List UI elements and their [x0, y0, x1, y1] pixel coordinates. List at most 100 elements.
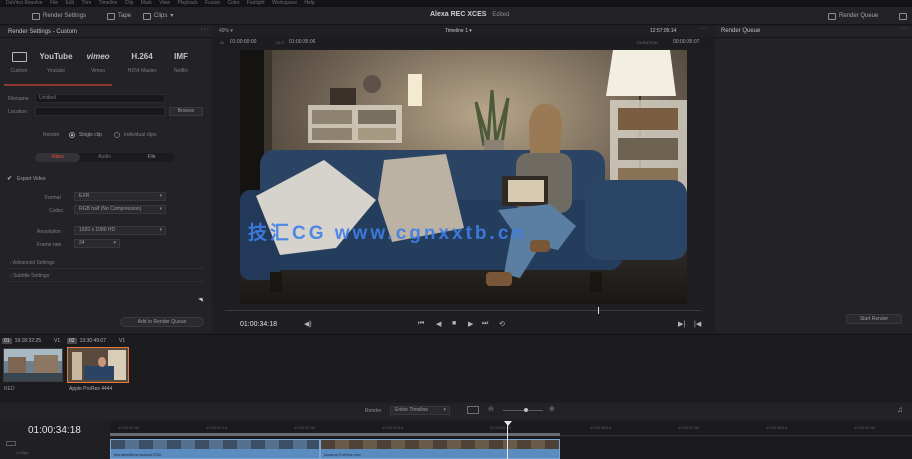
- individual-clips-label: Individual clips: [124, 132, 157, 138]
- render-mode-bar: Render Entire Timeline ⊖ ⊕ ♫: [0, 403, 912, 420]
- menu-item-color[interactable]: Color: [228, 0, 240, 6]
- render-settings-icon: [32, 12, 40, 20]
- location-input[interactable]: [35, 107, 165, 116]
- out-timecode: 01:00:35:06: [289, 39, 316, 45]
- menu-item-file[interactable]: File: [50, 0, 58, 6]
- stop-icon[interactable]: ■: [452, 320, 456, 327]
- render-mode-label: Render: [365, 408, 382, 414]
- render-mode-label: Render: [43, 132, 60, 138]
- menu-item-fusion[interactable]: Fusion: [205, 0, 220, 6]
- zoom-slider-handle[interactable]: [524, 408, 528, 412]
- clip-1-thumbnail-image: [4, 349, 62, 381]
- timeline-timecode: 01:00:34:18: [28, 425, 81, 436]
- menu-bar: DaVinci Resolve File Edit Trim Timeline …: [0, 0, 912, 7]
- menu-item-timeline[interactable]: Timeline: [99, 0, 118, 6]
- preset-h264-logo: H.264: [131, 52, 153, 61]
- render-mode-select[interactable]: Entire Timeline: [390, 406, 450, 415]
- render-queue-options-button[interactable]: ···: [898, 25, 908, 32]
- previous-clip-icon[interactable]: |◀: [694, 320, 701, 328]
- timeline-clip-a[interactable]: blondewithcomicbook.R3D: [110, 439, 320, 459]
- scrubber-playhead[interactable]: [598, 307, 599, 314]
- jump-start-icon[interactable]: ⏮: [418, 320, 424, 328]
- render-settings-panel: Render Settings - Custom ··· Custom YouT…: [0, 26, 212, 333]
- menu-item-trim[interactable]: Trim: [81, 0, 91, 6]
- scrubber-track[interactable]: [225, 310, 701, 311]
- expand-panel-button[interactable]: [899, 11, 907, 21]
- play-reverse-icon[interactable]: ◀: [436, 320, 441, 328]
- preset-youtube-label: Youtube: [46, 68, 66, 74]
- menu-item-help[interactable]: Help: [304, 0, 314, 6]
- export-video-label: Export Video: [17, 176, 46, 182]
- speaker-icon[interactable]: ◀): [304, 320, 312, 328]
- preset-vimeo[interactable]: vimeo Vimeo: [80, 50, 116, 74]
- tab-file[interactable]: File: [129, 153, 174, 162]
- video-frame-image: [240, 50, 687, 304]
- export-video-checkbox[interactable]: ✔: [7, 175, 12, 182]
- timeline-view-icon[interactable]: [467, 406, 479, 414]
- menu-item-workspace[interactable]: Workspace: [272, 0, 297, 6]
- browse-button[interactable]: Browse: [169, 107, 203, 116]
- preset-custom[interactable]: Custom: [4, 50, 34, 74]
- frame-rate-select[interactable]: 24: [74, 239, 120, 248]
- start-render-button[interactable]: Start Render: [846, 314, 902, 324]
- ruler-tick: 01:00:33:10: [382, 425, 404, 430]
- audio-meter-icon[interactable]: ♫: [897, 405, 903, 414]
- clip-2-index: 02: [67, 338, 77, 344]
- preset-imf[interactable]: IMF Netflix: [166, 50, 196, 74]
- menu-item-playback[interactable]: Playback: [177, 0, 197, 6]
- add-to-render-queue-button[interactable]: Add to Render Queue: [120, 317, 204, 327]
- viewer-options-button[interactable]: ···: [698, 25, 708, 32]
- filename-input[interactable]: Untitled: [35, 94, 165, 103]
- render-settings-options-button[interactable]: ···: [200, 26, 210, 33]
- watermark-text: 技汇CG www.cgnxxtb.cn: [248, 223, 526, 244]
- tape-icon: [107, 12, 115, 20]
- track-video-icon[interactable]: [6, 441, 16, 446]
- loop-icon[interactable]: ⟲: [499, 320, 505, 328]
- clip-1-thumbnail[interactable]: [3, 348, 63, 382]
- render-queue-toggle[interactable]: Render Queue: [828, 11, 878, 21]
- clips-toggle[interactable]: Clips ▾: [143, 11, 173, 21]
- zoom-in-icon[interactable]: ⊕: [549, 405, 555, 413]
- render-range-bar[interactable]: [110, 433, 560, 436]
- timeline-selector[interactable]: Timeline 1 ▾: [445, 28, 472, 34]
- ruler-tick: 01:00:36:10: [590, 425, 612, 430]
- tab-video[interactable]: Video: [35, 153, 80, 162]
- video-track: blondewithcomicbook.R3D closeup.ProRes.m…: [110, 437, 912, 459]
- play-icon[interactable]: ▶: [468, 320, 473, 328]
- subtitle-settings-toggle[interactable]: › Subtitle Settings: [10, 273, 49, 279]
- render-settings-toggle[interactable]: Render Settings: [32, 11, 86, 21]
- menu-item-edit[interactable]: Edit: [65, 0, 74, 6]
- preset-youtube[interactable]: YouTube Youtube: [38, 50, 74, 74]
- advanced-settings-toggle[interactable]: › Advanced Settings: [10, 260, 55, 266]
- format-label: Format: [45, 195, 61, 201]
- next-clip-icon[interactable]: ▶|: [678, 320, 685, 328]
- individual-clips-radio[interactable]: [114, 132, 120, 138]
- menu-item-clip[interactable]: Clip: [125, 0, 134, 6]
- timeline-playhead[interactable]: [507, 421, 508, 459]
- single-clip-radio[interactable]: [69, 132, 75, 138]
- jump-end-icon[interactable]: ⏭: [482, 320, 488, 328]
- viewer-timecode: 01:00:34:18: [240, 321, 277, 328]
- clip-2-thumbnail-image: [68, 348, 128, 382]
- zoom-out-icon[interactable]: ⊖: [488, 405, 494, 413]
- menu-item-mark[interactable]: Mark: [141, 0, 152, 6]
- resolution-select[interactable]: 1920 x 1080 HD: [74, 226, 166, 235]
- tape-toggle[interactable]: Tape: [107, 11, 131, 21]
- viewer-zoom[interactable]: 49% ▾: [219, 28, 233, 34]
- transport-bar: 01:00:34:18 ◀) ⏮ ◀ ■ ▶ ⏭ ⟲ ▶| |◀: [213, 305, 713, 333]
- format-select[interactable]: EXR: [74, 192, 166, 201]
- divider: [8, 281, 204, 282]
- tab-audio[interactable]: Audio: [82, 153, 127, 162]
- playhead-marker-icon[interactable]: [504, 421, 512, 426]
- zoom-slider[interactable]: [503, 410, 543, 411]
- preset-imf-logo: IMF: [174, 52, 188, 61]
- menu-item-view[interactable]: View: [159, 0, 170, 6]
- clip-2-thumbnail[interactable]: [67, 347, 129, 383]
- menu-item-fairlight[interactable]: Fairlight: [247, 0, 265, 6]
- preset-h264[interactable]: H.264 H264 Master: [122, 50, 162, 74]
- top-toolbar: Render Settings Tape Clips ▾ Alexa REC X…: [0, 7, 912, 25]
- timeline-clip-b[interactable]: closeup.ProRes.mov: [320, 439, 560, 459]
- codec-select[interactable]: RGB half (No Compression): [74, 205, 166, 214]
- menu-item-app[interactable]: DaVinci Resolve: [6, 0, 43, 6]
- location-label: Location: [8, 109, 27, 115]
